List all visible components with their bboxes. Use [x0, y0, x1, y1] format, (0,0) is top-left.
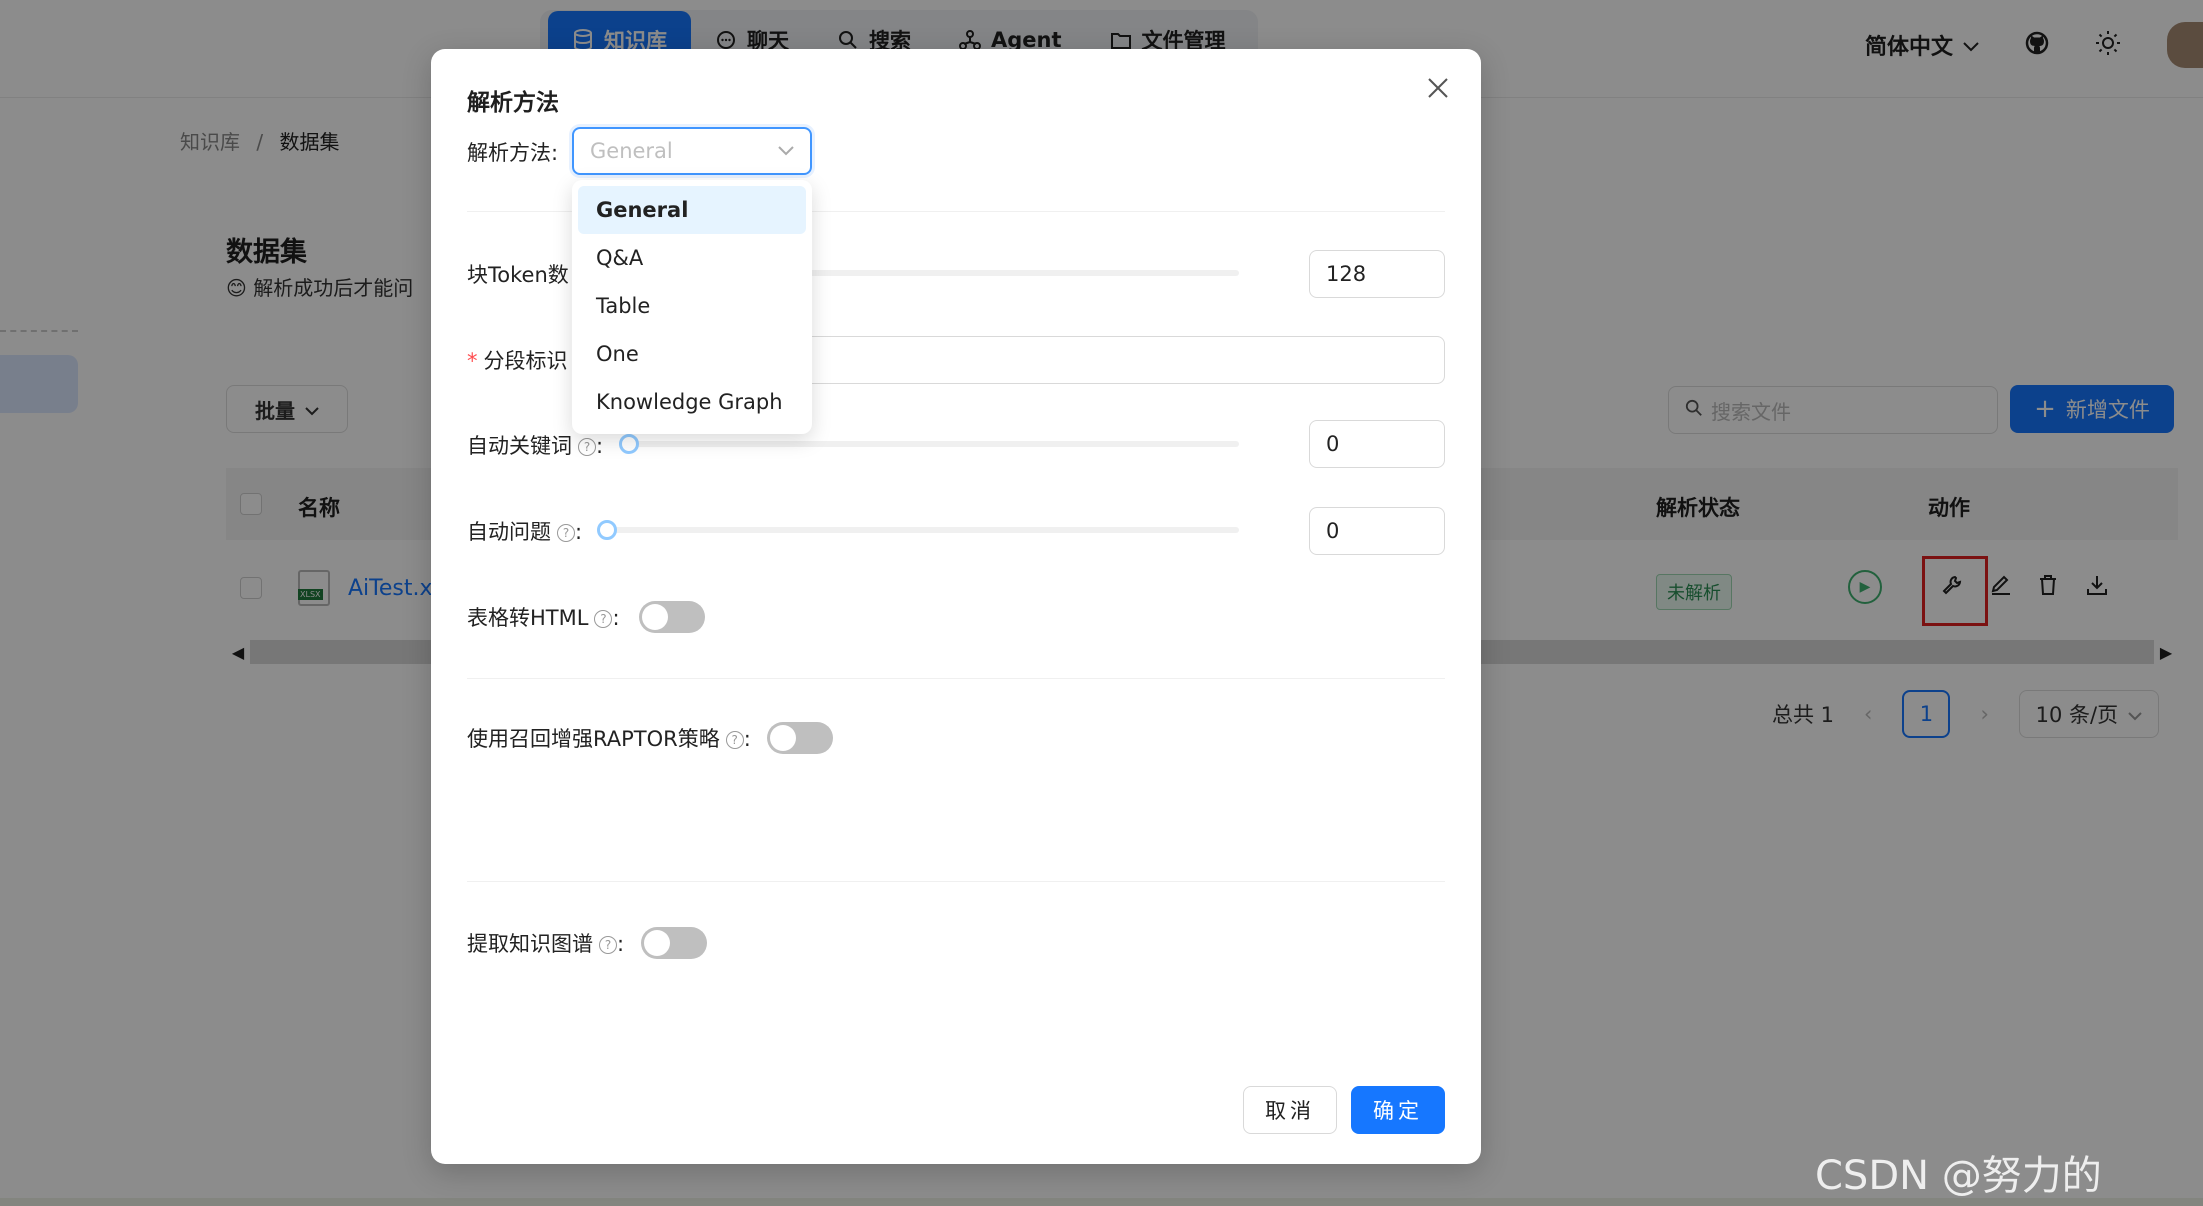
table-to-html-label: 表格转HTML?:: [467, 602, 620, 632]
section-divider: [467, 678, 1445, 679]
auto-keywords-label-text: 自动关键词: [467, 434, 572, 458]
table-to-html-toggle[interactable]: [639, 601, 705, 633]
chevron-down-icon: [778, 141, 794, 160]
parse-method-select[interactable]: General: [572, 127, 812, 175]
auto-keywords-label: 自动关键词?:: [467, 430, 603, 460]
auto-questions-label: 自动问题?:: [467, 516, 582, 546]
dropdown-option-general[interactable]: General: [578, 186, 806, 234]
parse-method-label: 解析方法:: [467, 141, 559, 165]
delimiter-label-text: 分段标识: [483, 349, 568, 373]
watermark: CSDN @努力的Andy: [1815, 1153, 2102, 1206]
auto-keywords-input[interactable]: 0: [1309, 420, 1445, 468]
delimiter-input[interactable]: [771, 336, 1445, 384]
label-colon: :: [575, 520, 583, 544]
cancel-button[interactable]: 取消: [1243, 1086, 1337, 1134]
knowledge-graph-toggle[interactable]: [641, 927, 707, 959]
section-divider: [467, 881, 1445, 882]
auto-questions-slider-track[interactable]: [607, 527, 1239, 533]
auto-questions-input[interactable]: 0: [1309, 507, 1445, 555]
dropdown-option-knowledge-graph[interactable]: Knowledge Graph: [578, 378, 806, 426]
question-circle-icon[interactable]: ?: [557, 524, 575, 542]
delimiter-label: * 分段标识: [467, 345, 568, 375]
raptor-toggle[interactable]: [767, 722, 833, 754]
parse-method-dropdown: General Q&A Table One Knowledge Graph: [572, 180, 812, 434]
parse-method-placeholder: General: [590, 139, 673, 163]
dropdown-option-table[interactable]: Table: [578, 282, 806, 330]
token-count-label: 块Token数: [467, 263, 569, 287]
knowledge-graph-label-text: 提取知识图谱: [467, 932, 593, 956]
auto-questions-slider-handle[interactable]: [597, 520, 617, 540]
token-count-input[interactable]: 128: [1309, 250, 1445, 298]
modal-title: 解析方法: [467, 90, 559, 116]
auto-keywords-slider-handle[interactable]: [619, 434, 639, 454]
table-to-html-label-text: 表格转HTML: [467, 606, 589, 630]
auto-questions-label-text: 自动问题: [467, 520, 551, 544]
label-colon: :: [617, 932, 625, 956]
dropdown-option-one[interactable]: One: [578, 330, 806, 378]
label-colon: :: [743, 727, 751, 751]
question-circle-icon[interactable]: ?: [578, 438, 596, 456]
question-circle-icon[interactable]: ?: [599, 936, 617, 954]
label-colon: :: [596, 434, 604, 458]
label-colon: :: [612, 606, 620, 630]
required-asterisk: *: [467, 349, 478, 373]
knowledge-graph-label: 提取知识图谱?:: [467, 928, 624, 958]
close-icon[interactable]: [1423, 75, 1453, 105]
confirm-button[interactable]: 确定: [1351, 1086, 1445, 1134]
question-circle-icon[interactable]: ?: [594, 610, 613, 628]
raptor-label: 使用召回增强RAPTOR策略?:: [467, 723, 751, 753]
raptor-label-text: 使用召回增强RAPTOR策略: [467, 727, 720, 751]
dropdown-option-qa[interactable]: Q&A: [578, 234, 806, 282]
question-circle-icon[interactable]: ?: [725, 731, 744, 749]
auto-keywords-slider-track[interactable]: [627, 441, 1239, 447]
